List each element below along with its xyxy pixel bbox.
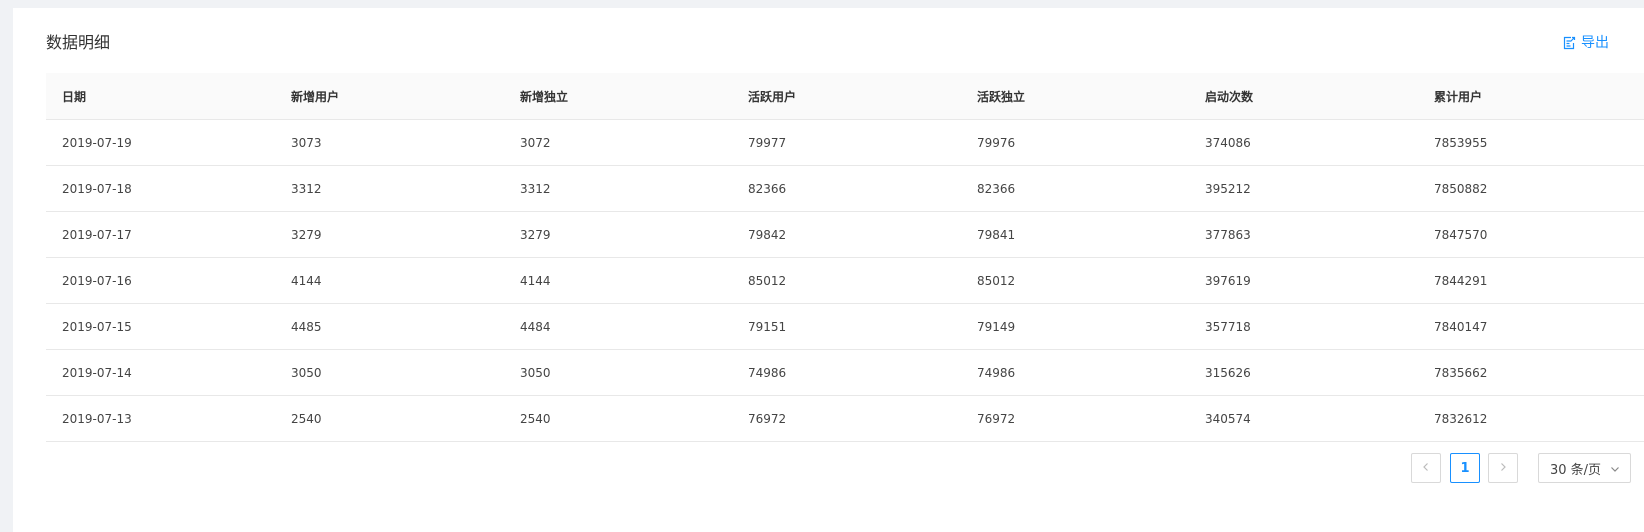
cell-total-users: 7850882 — [1418, 165, 1644, 212]
cell-date: 2019-07-15 — [46, 303, 275, 350]
export-icon — [1562, 36, 1576, 50]
cell-new-users: 3279 — [275, 211, 504, 258]
table-row[interactable]: 2019-07-16 4144 4144 85012 85012 397619 … — [46, 257, 1644, 304]
chevron-down-icon — [1610, 463, 1620, 478]
cell-active-unique: 85012 — [961, 257, 1189, 304]
cell-launches: 395212 — [1189, 165, 1418, 212]
cell-new-unique: 3050 — [504, 349, 732, 396]
header-active-users[interactable]: 活跃用户 — [732, 73, 961, 120]
cell-active-unique: 76972 — [961, 395, 1189, 442]
header-new-unique[interactable]: 新增独立 — [504, 73, 732, 120]
cell-total-users: 7847570 — [1418, 211, 1644, 258]
cell-launches: 374086 — [1189, 119, 1418, 166]
cell-date: 2019-07-16 — [46, 257, 275, 304]
cell-active-users: 79151 — [732, 303, 961, 350]
cell-active-unique: 79149 — [961, 303, 1189, 350]
cell-date: 2019-07-17 — [46, 211, 275, 258]
cell-active-users: 76972 — [732, 395, 961, 442]
cell-new-unique: 3279 — [504, 211, 732, 258]
cell-active-unique: 82366 — [961, 165, 1189, 212]
card-title: 数据明细 — [46, 33, 111, 52]
cell-date: 2019-07-19 — [46, 119, 275, 166]
cell-date: 2019-07-14 — [46, 349, 275, 396]
cell-new-unique: 4484 — [504, 303, 732, 350]
prev-page-button[interactable] — [1411, 453, 1441, 483]
cell-new-unique: 2540 — [504, 395, 732, 442]
export-button[interactable]: 导出 — [1562, 33, 1609, 53]
cell-active-users: 82366 — [732, 165, 961, 212]
cell-new-users: 2540 — [275, 395, 504, 442]
table-row[interactable]: 2019-07-19 3073 3072 79977 79976 374086 … — [46, 119, 1644, 166]
cell-active-unique: 79976 — [961, 119, 1189, 166]
cell-launches: 377863 — [1189, 211, 1418, 258]
data-detail-card: 数据明细 导出 日期 新增用户 新增独立 活跃用户 活跃独立 启动次数 累计用户 — [13, 8, 1644, 532]
table-header-row: 日期 新增用户 新增独立 活跃用户 活跃独立 启动次数 累计用户 — [46, 73, 1644, 120]
table-row[interactable]: 2019-07-18 3312 3312 82366 82366 395212 … — [46, 165, 1644, 212]
table-row[interactable]: 2019-07-13 2540 2540 76972 76972 340574 … — [46, 395, 1644, 442]
header-new-users[interactable]: 新增用户 — [275, 73, 504, 120]
page-size-select[interactable]: 30 条/页 — [1538, 453, 1631, 483]
cell-new-unique: 3312 — [504, 165, 732, 212]
page-size-label: 30 条/页 — [1550, 462, 1602, 478]
header-date[interactable]: 日期 — [46, 73, 275, 120]
cell-launches: 315626 — [1189, 349, 1418, 396]
export-label: 导出 — [1581, 35, 1609, 51]
cell-total-users: 7832612 — [1418, 395, 1644, 442]
cell-date: 2019-07-13 — [46, 395, 275, 442]
cell-total-users: 7853955 — [1418, 119, 1644, 166]
cell-active-users: 85012 — [732, 257, 961, 304]
cell-launches: 340574 — [1189, 395, 1418, 442]
cell-launches: 397619 — [1189, 257, 1418, 304]
chevron-left-icon — [1421, 461, 1431, 476]
cell-active-unique: 74986 — [961, 349, 1189, 396]
header-launches[interactable]: 启动次数 — [1189, 73, 1418, 120]
cell-date: 2019-07-18 — [46, 165, 275, 212]
cell-active-unique: 79841 — [961, 211, 1189, 258]
data-table: 日期 新增用户 新增独立 活跃用户 活跃独立 启动次数 累计用户 2019-07… — [46, 73, 1644, 442]
cell-new-users: 4144 — [275, 257, 504, 304]
cell-new-unique: 3072 — [504, 119, 732, 166]
cell-total-users: 7835662 — [1418, 349, 1644, 396]
cell-active-users: 74986 — [732, 349, 961, 396]
chevron-right-icon — [1498, 461, 1508, 476]
table-row[interactable]: 2019-07-15 4485 4484 79151 79149 357718 … — [46, 303, 1644, 350]
cell-new-unique: 4144 — [504, 257, 732, 304]
header-total-users[interactable]: 累计用户 — [1418, 73, 1644, 120]
header-active-unique[interactable]: 活跃独立 — [961, 73, 1189, 120]
next-page-button[interactable] — [1488, 453, 1518, 483]
table-row[interactable]: 2019-07-14 3050 3050 74986 74986 315626 … — [46, 349, 1644, 396]
cell-new-users: 3312 — [275, 165, 504, 212]
cell-total-users: 7844291 — [1418, 257, 1644, 304]
cell-active-users: 79977 — [732, 119, 961, 166]
cell-active-users: 79842 — [732, 211, 961, 258]
cell-new-users: 3073 — [275, 119, 504, 166]
table-row[interactable]: 2019-07-17 3279 3279 79842 79841 377863 … — [46, 211, 1644, 258]
cell-total-users: 7840147 — [1418, 303, 1644, 350]
cell-launches: 357718 — [1189, 303, 1418, 350]
cell-new-users: 3050 — [275, 349, 504, 396]
page-number-button[interactable]: 1 — [1450, 453, 1480, 483]
cell-new-users: 4485 — [275, 303, 504, 350]
